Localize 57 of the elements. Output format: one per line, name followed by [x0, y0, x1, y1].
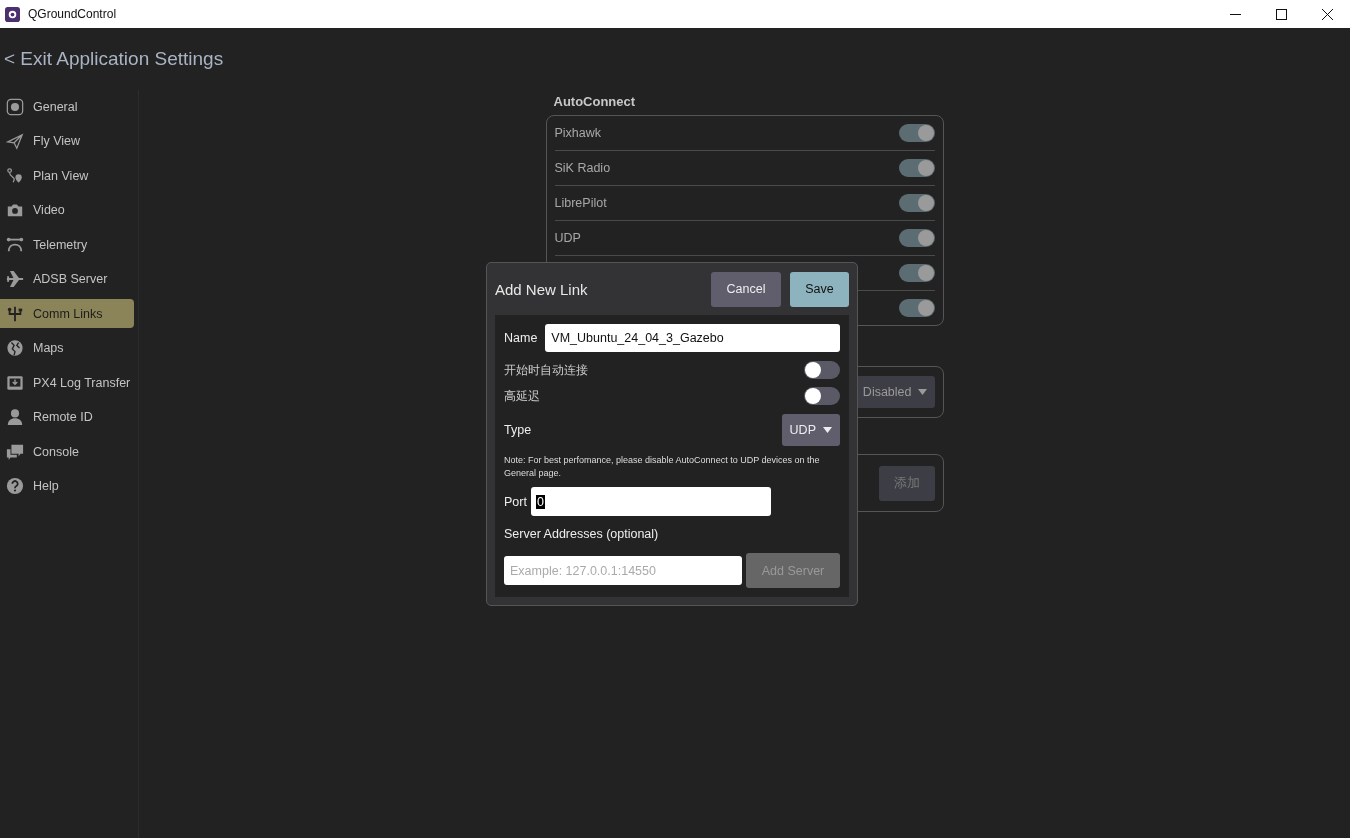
help-icon — [6, 477, 24, 495]
person-icon — [6, 408, 24, 426]
note-text: Note: For best perfomance, please disable AutoConnect to UDP devices on the General page. — [504, 454, 821, 480]
toggle-switch[interactable] — [898, 194, 935, 212]
download-tray-icon — [6, 373, 24, 392]
sidebar-item[interactable]: Telemetry — [0, 230, 134, 259]
field-label: Name — [504, 331, 538, 345]
close-icon — [1321, 8, 1333, 20]
server-address-field[interactable]: Example: 127.0.0.1:14550 — [504, 556, 742, 585]
section-label: Server Addresses (optional) — [504, 527, 660, 541]
field-label: Port — [504, 494, 527, 509]
route-pin-icon — [6, 166, 24, 185]
caret-icon — [823, 427, 832, 433]
toggle-switch[interactable] — [804, 361, 840, 379]
toggle-switch[interactable] — [898, 159, 935, 177]
setting-label: 高延迟 — [504, 387, 540, 405]
window-title: QGroundControl — [28, 7, 118, 21]
sidebar-item[interactable]: Remote ID — [0, 402, 134, 432]
name-field[interactable]: VM_Ubuntu_24_04_3_Gazebo — [545, 324, 840, 352]
sidebar-item[interactable]: Help — [0, 471, 134, 501]
airplane-icon — [6, 270, 24, 288]
field-label: Type — [504, 423, 532, 437]
toggle-switch[interactable] — [898, 229, 935, 247]
setting-label: LibrePilot — [554, 196, 607, 210]
toggle-switch[interactable] — [898, 124, 935, 142]
rounded-square-icon — [6, 97, 24, 116]
setting-label: 开始时自动连接 — [504, 361, 588, 379]
exit-settings-link[interactable]: < Exit Application Settings — [4, 48, 224, 70]
app-logo-icon — [5, 6, 20, 22]
setting-label: Pixhawk — [554, 126, 602, 140]
sidebar-item[interactable]: PX4 Log Transfer — [0, 368, 134, 397]
paper-plane-icon — [6, 132, 24, 150]
usb-icon — [6, 304, 24, 323]
section-title: AutoConnect — [553, 94, 637, 109]
sidebar-item[interactable]: Plan View — [0, 161, 134, 190]
sidebar-item[interactable]: General — [0, 92, 134, 121]
sidebar-item[interactable]: Comm Links — [0, 299, 134, 328]
port-field[interactable]: 0 — [530, 487, 771, 516]
chat-bubbles-icon — [6, 442, 24, 461]
toggle-switch[interactable] — [898, 264, 935, 282]
setting-label: SiK Radio — [554, 161, 611, 175]
sidebar-item[interactable]: Maps — [0, 333, 134, 363]
toggle-switch[interactable] — [898, 299, 935, 317]
dialog-title: Add New Link — [495, 280, 589, 298]
sidebar-item[interactable]: ADSB Server — [0, 264, 134, 294]
antenna-icon — [6, 235, 24, 254]
maximize-icon — [1275, 8, 1287, 20]
cancel-button[interactable]: Cancel — [711, 271, 781, 307]
save-button[interactable]: Save — [790, 271, 849, 307]
sidebar-item[interactable]: Console — [0, 437, 134, 466]
sidebar-item[interactable]: Video — [0, 195, 134, 225]
sidebar-item[interactable]: Fly View — [0, 126, 134, 156]
type-dropdown[interactable]: UDP — [781, 414, 840, 446]
caret-icon — [917, 389, 927, 395]
globe-icon — [6, 339, 24, 357]
toggle-switch[interactable] — [804, 387, 840, 405]
setting-label: UDP — [554, 231, 581, 245]
